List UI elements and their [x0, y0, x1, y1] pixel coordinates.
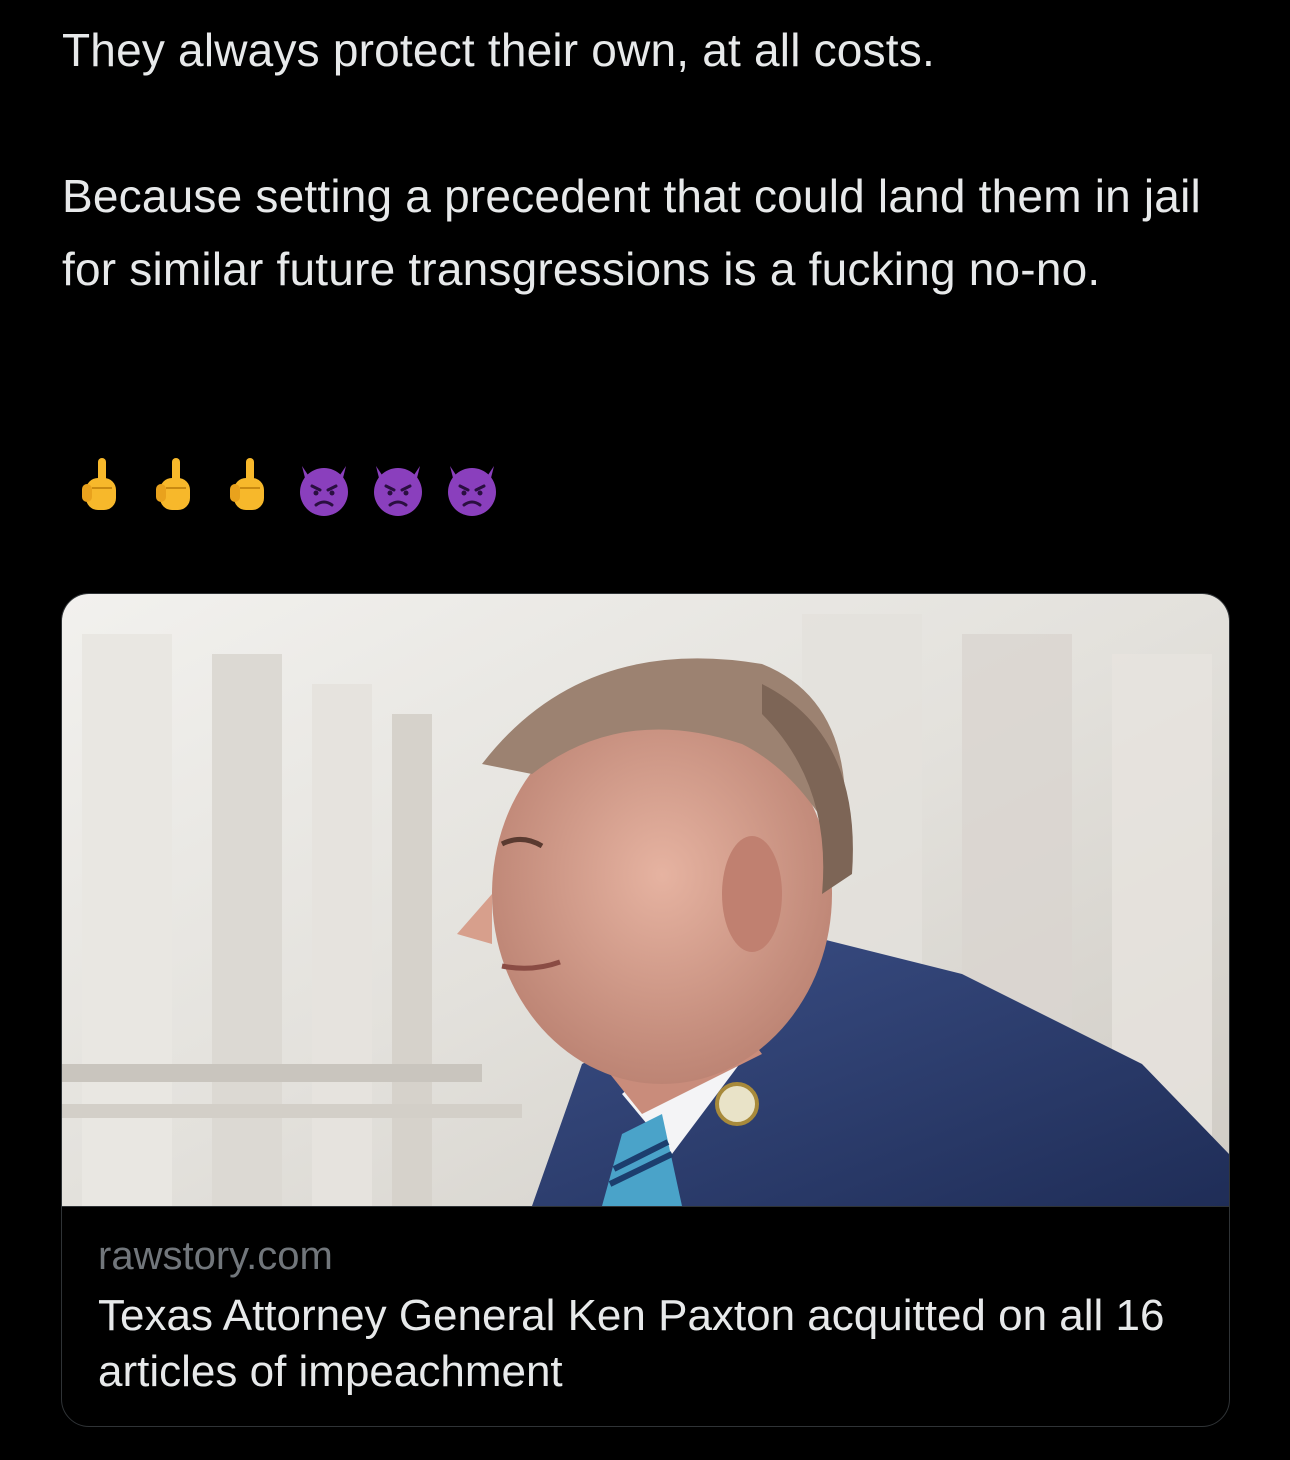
emoji-row — [72, 452, 502, 522]
tweet-paragraph-2: Because setting a precedent that could l… — [62, 170, 1201, 295]
middle-finger-icon — [230, 458, 264, 510]
link-preview-card[interactable]: rawstory.com Texas Attorney General Ken … — [61, 593, 1230, 1427]
card-title[interactable]: Texas Attorney General Ken Paxton acquit… — [98, 1288, 1208, 1400]
middle-finger-icon — [82, 458, 116, 510]
angry-devil-icon — [300, 466, 348, 516]
angry-devil-icon — [448, 466, 496, 516]
card-divider — [62, 1206, 1229, 1207]
tweet-text: They always protect their own, at all co… — [62, 14, 1232, 306]
middle-finger-icon — [156, 458, 190, 510]
tweet-paragraph-1: They always protect their own, at all co… — [62, 24, 935, 76]
card-domain[interactable]: rawstory.com — [98, 1234, 333, 1279]
angry-devil-icon — [374, 466, 422, 516]
article-photo[interactable] — [62, 594, 1229, 1206]
